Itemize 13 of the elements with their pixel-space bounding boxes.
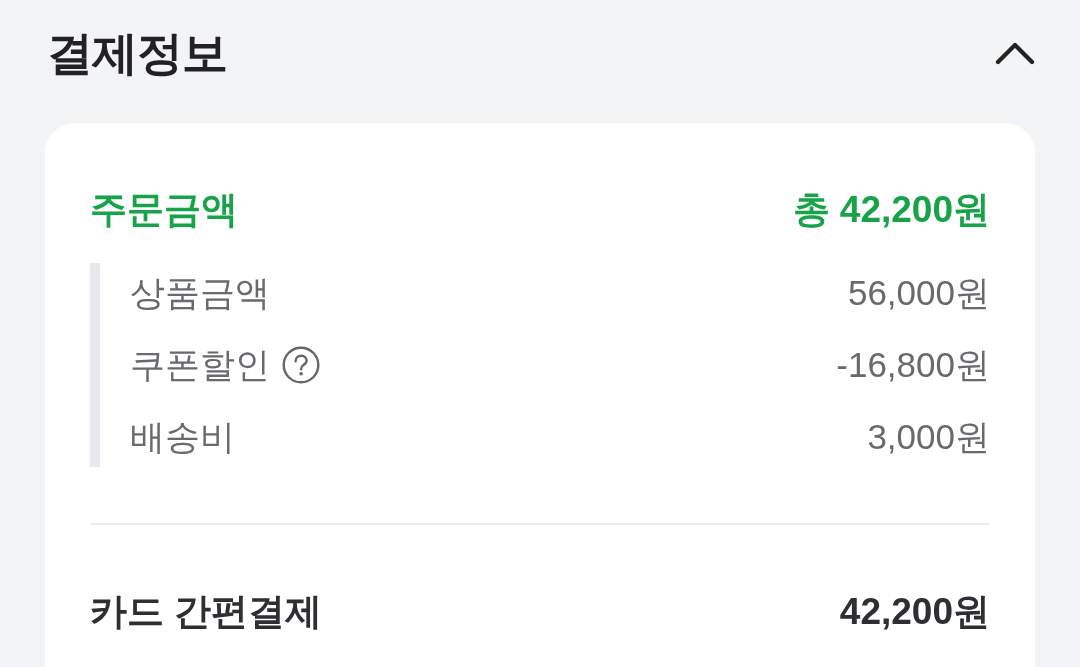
collapse-toggle-button[interactable]	[995, 40, 1035, 65]
breakdown-amount: -16,800원	[836, 344, 990, 386]
payment-amount: 42,200원	[839, 590, 990, 634]
breakdown-label: 상품금액	[130, 272, 270, 314]
order-total-amount: 총 42,200원	[792, 188, 990, 232]
help-icon[interactable]	[282, 346, 320, 384]
breakdown-amount: 56,000원	[847, 272, 990, 314]
order-amount-label: 주문금액	[90, 188, 238, 232]
payment-method-label: 카드 간편결제	[90, 590, 323, 634]
breakdown-amount: 3,000원	[867, 416, 990, 458]
breakdown-label: 쿠폰할인	[130, 344, 270, 386]
section-title: 결제정보	[47, 25, 227, 81]
breakdown-label: 배송비	[130, 416, 235, 458]
